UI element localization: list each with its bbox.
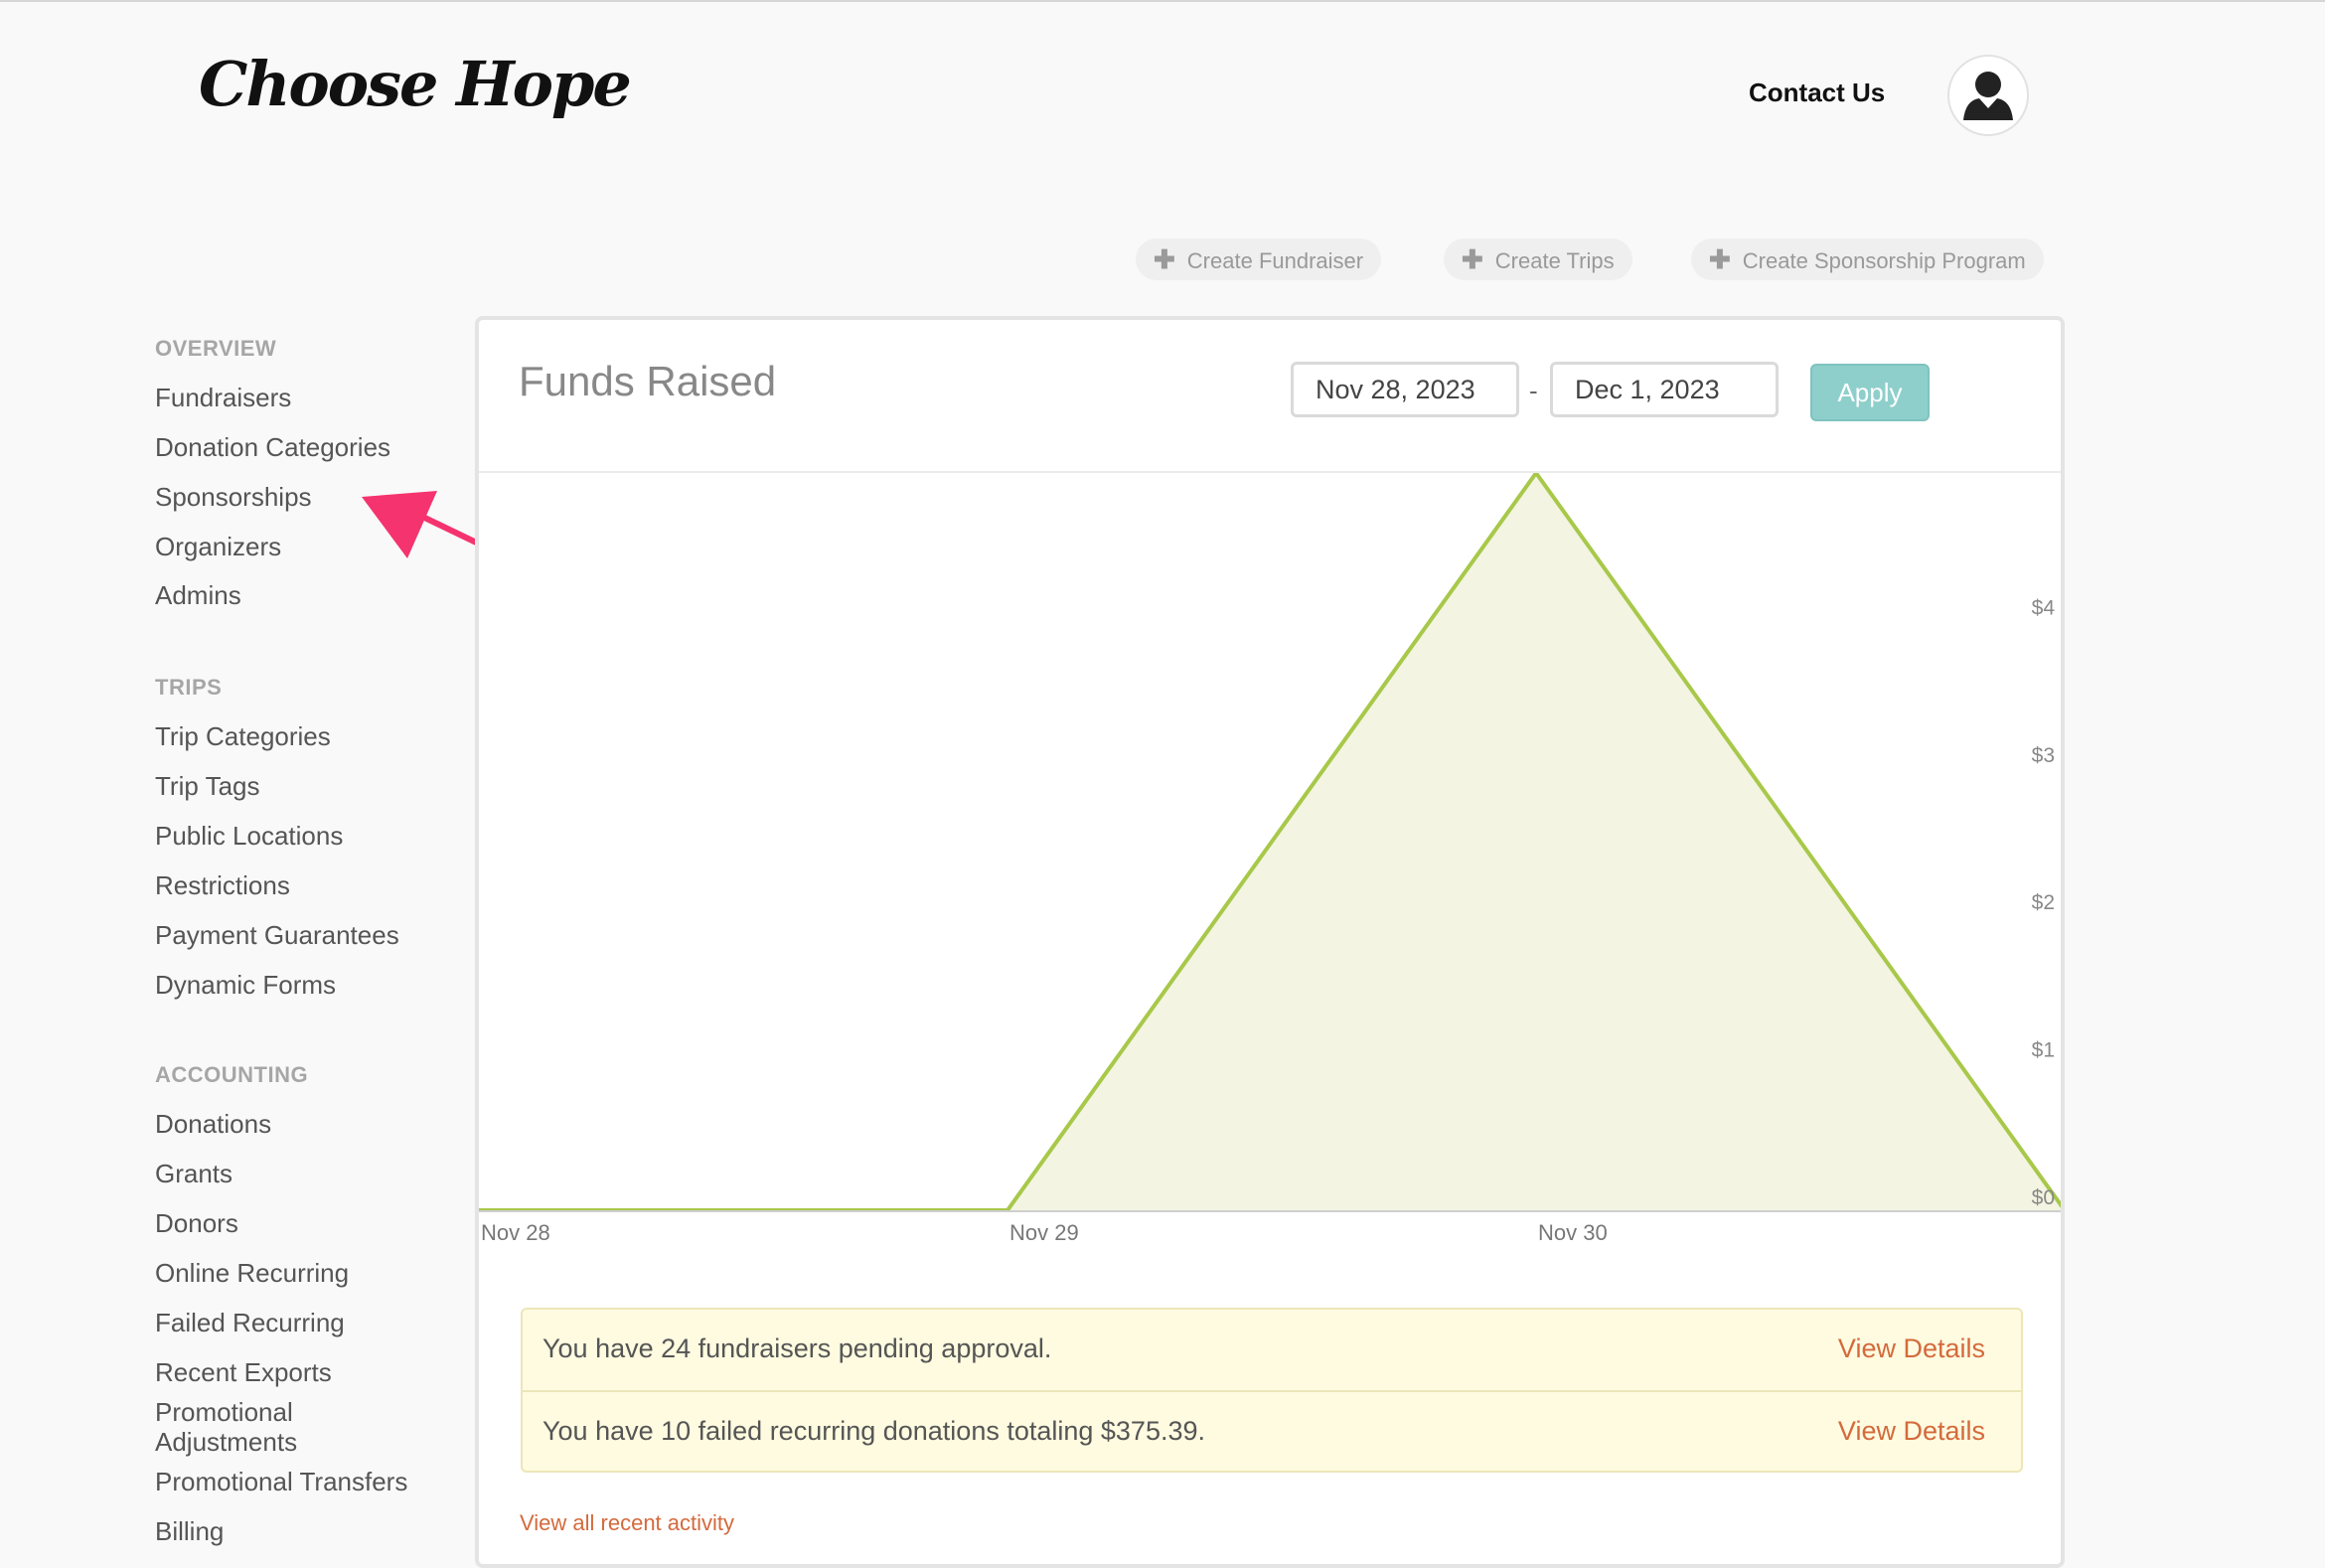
notice-text: You have 10 failed recurring donations t…: [542, 1416, 1205, 1446]
top-border: [0, 0, 2325, 2]
sidebar-item-recent-exports[interactable]: Recent Exports: [155, 1357, 332, 1387]
user-avatar-icon: [1963, 72, 2013, 120]
notice-text: You have 24 fundraisers pending approval…: [542, 1333, 1052, 1363]
sidebar-item-payment-guarantees[interactable]: Payment Guarantees: [155, 920, 399, 950]
chart-y-tick-label: $0: [2032, 1186, 2055, 1209]
plus-icon: ✚: [1462, 244, 1483, 274]
sidebar-item-organizers[interactable]: Organizers: [155, 532, 281, 561]
panel-title: Funds Raised: [519, 358, 777, 404]
apply-button[interactable]: Apply: [1810, 364, 1930, 421]
chart-x-tick-label: Nov 28: [481, 1220, 550, 1245]
sidebar-item-billing[interactable]: Billing: [155, 1516, 224, 1546]
sidebar-item-grants[interactable]: Grants: [155, 1159, 232, 1188]
sidebar-item-public-locations[interactable]: Public Locations: [155, 821, 343, 851]
sidebar-item-dynamic-forms[interactable]: Dynamic Forms: [155, 970, 336, 1000]
sidebar-item-fundraisers[interactable]: Fundraisers: [155, 383, 291, 412]
sidebar-item-donors[interactable]: Donors: [155, 1208, 238, 1238]
chart-y-tick-label: $4: [2032, 596, 2056, 619]
sidebar-item-online-recurring[interactable]: Online Recurring: [155, 1258, 349, 1288]
sidebar-item-donation-categories[interactable]: Donation Categories: [155, 432, 390, 462]
sidebar-item-promotional-transfers[interactable]: Promotional Transfers: [155, 1467, 407, 1496]
chart-y-tick-label: $3: [2032, 744, 2055, 767]
sidebar-item-failed-recurring[interactable]: Failed Recurring: [155, 1308, 345, 1337]
sidebar-item-admins[interactable]: Admins: [155, 580, 241, 610]
create-sponsorship-program-button[interactable]: ✚ Create Sponsorship Program: [1691, 238, 2044, 280]
chart-y-tick-label: $1: [2032, 1039, 2055, 1062]
choose-hope-logo[interactable]: Choose Hope: [199, 48, 632, 120]
chart-x-tick-label: Nov 30: [1538, 1220, 1608, 1245]
end-date-input[interactable]: [1550, 362, 1779, 417]
plus-icon: ✚: [1154, 244, 1175, 274]
funds-raised-chart: Nov 28 Nov 29 Nov 30 $0 $1 $2 $3 $4: [479, 473, 2061, 1245]
notice-row: You have 24 fundraisers pending approval…: [523, 1310, 2021, 1390]
sidebar-item-promotional-adjustments[interactable]: Promotional Adjustments: [155, 1397, 354, 1457]
chart-y-tick-label: $2: [2032, 891, 2055, 914]
view-details-link[interactable]: View Details: [1838, 1416, 1985, 1447]
view-all-recent-activity-link[interactable]: View all recent activity: [520, 1510, 734, 1536]
sidebar-item-trip-tags[interactable]: Trip Tags: [155, 771, 260, 801]
notice-row: You have 10 failed recurring donations t…: [523, 1390, 2021, 1473]
chart-x-tick-label: Nov 29: [1009, 1220, 1079, 1245]
notice-box: You have 24 fundraisers pending approval…: [521, 1308, 2023, 1473]
date-separator: -: [1529, 376, 1538, 405]
user-avatar-button[interactable]: [1947, 55, 2029, 136]
sidebar-heading-trips: TRIPS: [155, 675, 223, 700]
sidebar-item-restrictions[interactable]: Restrictions: [155, 870, 290, 900]
view-details-link[interactable]: View Details: [1838, 1333, 1985, 1364]
sidebar-heading-accounting: ACCOUNTING: [155, 1062, 309, 1087]
create-fundraiser-button[interactable]: ✚ Create Fundraiser: [1136, 238, 1382, 280]
sidebar-item-donations[interactable]: Donations: [155, 1109, 271, 1139]
sidebar-item-trip-categories[interactable]: Trip Categories: [155, 721, 331, 751]
start-date-input[interactable]: [1291, 362, 1519, 417]
create-trips-button[interactable]: ✚ Create Trips: [1444, 238, 1632, 280]
sidebar-item-sponsorships[interactable]: Sponsorships: [155, 482, 312, 512]
plus-icon: ✚: [1709, 244, 1731, 274]
contact-us-link[interactable]: Contact Us: [1749, 78, 1885, 108]
sidebar-heading-overview: OVERVIEW: [155, 336, 277, 361]
